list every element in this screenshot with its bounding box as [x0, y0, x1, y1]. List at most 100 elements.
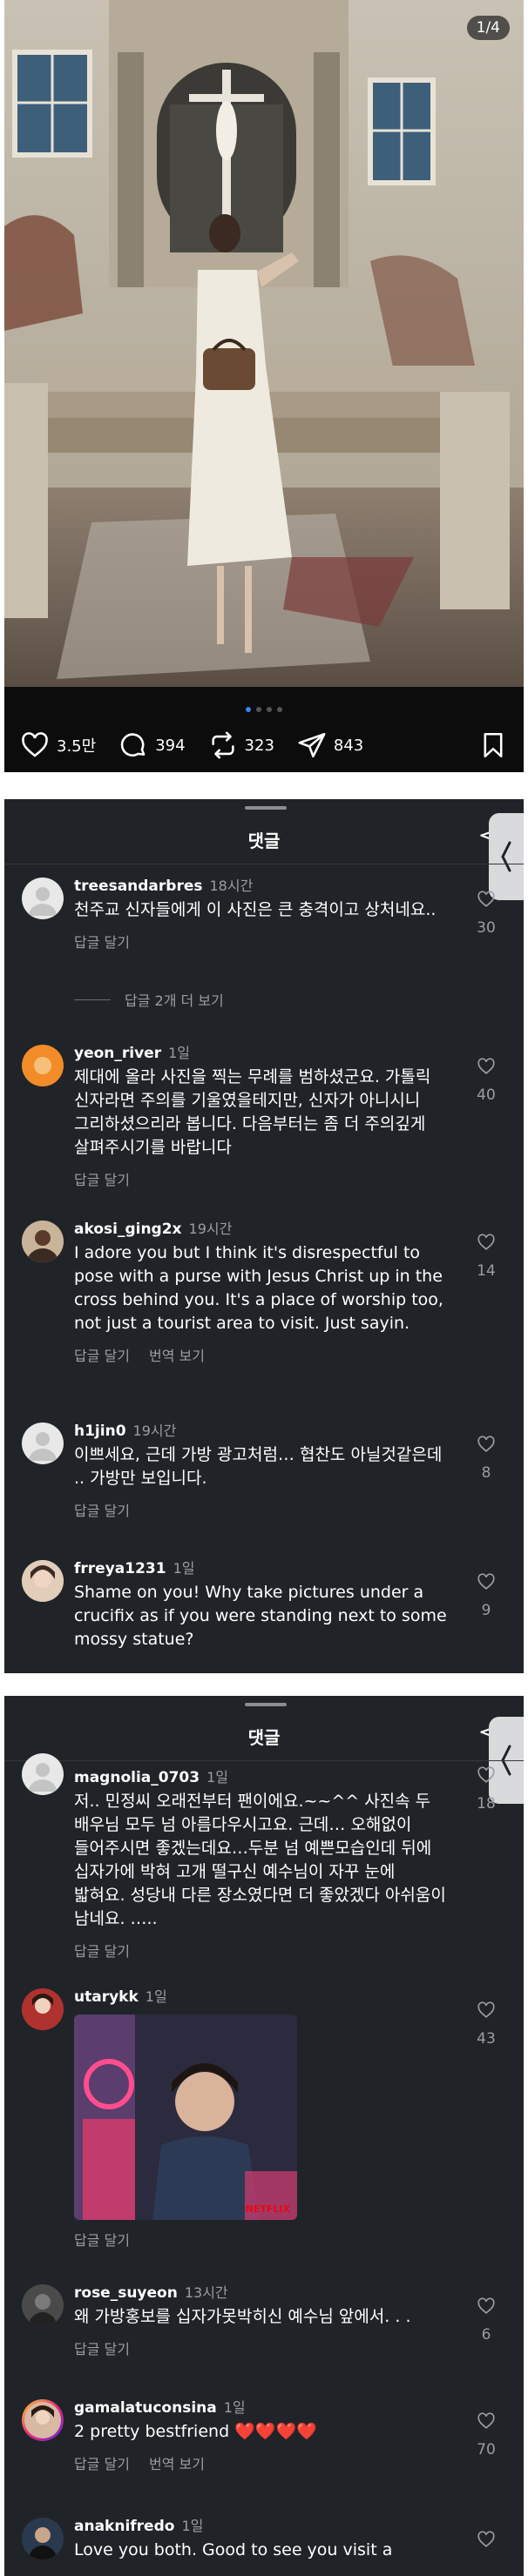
comment-time: 18시간	[209, 878, 254, 894]
side-panel-tab[interactable]	[489, 813, 524, 900]
repost-icon	[211, 731, 234, 759]
repost-button[interactable]: 323	[208, 730, 274, 760]
carousel-dot	[246, 707, 251, 712]
translate-button[interactable]: 번역 보기	[149, 2456, 205, 2472]
carousel-dots	[4, 707, 524, 712]
comment-text: I adore you but I think it's disrespectf…	[74, 1243, 443, 1333]
comment-text: 왜 가방홍보를 십자가못박히신 예수님 앞에서. . .	[74, 2307, 411, 2326]
screenshot-collage: 1/4 3.5만 394 323 843 댓글 treesandarbres 1…	[0, 0, 528, 2576]
drag-handle[interactable]	[245, 806, 287, 810]
share-count: 843	[333, 736, 364, 755]
repost-count: 323	[244, 736, 274, 755]
view-more-replies[interactable]: 답글 2개 더 보기	[74, 989, 224, 1010]
carousel-dot	[277, 707, 282, 712]
comment-gif[interactable]: NETFLIX	[74, 2014, 297, 2220]
comment-username[interactable]: akosi_ging2x	[74, 1221, 182, 1238]
comment-text: 이쁘세요, 근데 가방 광고처럼… 협찬도 아닐것같은데 .. 가방만 보입니다…	[74, 1445, 443, 1488]
comment-username[interactable]: utarykk	[74, 1988, 139, 2006]
comment-like[interactable]: 18	[473, 1766, 499, 1813]
comment-like-count: 9	[481, 1602, 491, 1619]
heart-icon	[477, 2412, 495, 2429]
comment-username[interactable]: anaknifredo	[74, 2518, 174, 2535]
drag-handle[interactable]	[245, 1703, 287, 1706]
send-icon	[298, 732, 326, 758]
comment-time: 1일	[206, 1769, 228, 1786]
comment-like-count: 18	[477, 1795, 496, 1813]
save-button[interactable]	[478, 730, 508, 760]
avatar[interactable]	[22, 1045, 64, 1086]
comment-like[interactable]	[473, 2530, 499, 2559]
instagram-post: 1/4 3.5만 394 323 843	[4, 0, 524, 772]
comment-time: 1일	[168, 1045, 191, 1061]
avatar[interactable]	[22, 2518, 64, 2559]
comment-like[interactable]: 14	[473, 1233, 499, 1280]
comment-like-count: 8	[481, 1464, 491, 1482]
comment-text: 제대에 올라 사진을 찍는 무례를 범하셨군요. 가톨릭 신자라면 주의를 기울…	[74, 1067, 431, 1157]
comments-sheet-title: 댓글	[247, 1727, 281, 1748]
comment-username[interactable]: magnolia_0703	[74, 1769, 200, 1786]
gif-source-badge: NETFLIX	[245, 2203, 290, 2215]
sheet-divider	[4, 1760, 524, 1761]
carousel-dot	[256, 707, 261, 712]
comment-time: 1일	[173, 1560, 195, 1577]
avatar[interactable]	[22, 2399, 64, 2441]
comment-like[interactable]: 40	[473, 1057, 499, 1104]
heart-icon	[477, 891, 495, 907]
comment-text: Love you both. Good to see you visit a	[74, 2540, 393, 2559]
reply-button[interactable]: 답글 달기	[74, 2232, 130, 2249]
comment-time: 13시간	[184, 2284, 228, 2301]
reply-button[interactable]: 답글 달기	[74, 934, 130, 951]
avatar[interactable]	[22, 1753, 64, 1795]
comments-sheet-title: 댓글	[247, 831, 281, 851]
image-counter-badge: 1/4	[466, 16, 510, 40]
comment-icon	[120, 733, 146, 757]
post-action-bar: 3.5만 394 323 843	[4, 728, 524, 763]
reply-button[interactable]: 답글 달기	[74, 1348, 130, 1364]
comment-time: 19시간	[132, 1423, 177, 1439]
comment-username[interactable]: gamalatuconsina	[74, 2399, 217, 2417]
reply-button[interactable]: 답글 달기	[74, 2456, 130, 2472]
comment-like[interactable]: 70	[473, 2411, 499, 2458]
chevron-left-icon	[501, 841, 511, 872]
comment-like[interactable]: 30	[473, 890, 499, 937]
comment-time: 1일	[145, 1988, 167, 2005]
like-count: 3.5만	[57, 737, 97, 756]
comment-like-count: 70	[477, 2441, 496, 2458]
comment-like[interactable]: 9	[473, 1572, 499, 1619]
comment-username[interactable]: yeon_river	[74, 1045, 161, 1062]
avatar[interactable]	[22, 1988, 64, 2030]
reply-button[interactable]: 답글 달기	[74, 2341, 130, 2357]
comment-like[interactable]: 8	[473, 1435, 499, 1482]
avatar[interactable]	[22, 1221, 64, 1262]
post-photo[interactable]	[4, 0, 524, 687]
reply-button[interactable]: 답글 달기	[74, 1503, 130, 1519]
comment-count: 394	[155, 736, 186, 755]
comment-like-count: 40	[477, 1086, 496, 1104]
avatar[interactable]	[22, 2284, 64, 2326]
reply-button[interactable]: 답글 달기	[74, 1172, 130, 1188]
avatar[interactable]	[22, 1423, 64, 1464]
heart-icon	[477, 2001, 495, 2018]
comment-button[interactable]: 394	[118, 730, 186, 760]
bookmark-icon	[484, 732, 503, 758]
comment-like-count: 6	[481, 2326, 491, 2344]
avatar[interactable]	[22, 1560, 64, 1602]
comments-sheet: 댓글 magnolia_0703 1일 저.. 민정씨 오래전부터 팬이에요.~~…	[4, 1696, 524, 2576]
translate-button[interactable]: 번역 보기	[149, 1348, 205, 1364]
comment-like[interactable]: 43	[473, 2001, 499, 2048]
like-button[interactable]: 3.5만	[20, 730, 96, 760]
comment-like[interactable]: 6	[473, 2297, 499, 2344]
heart-icon	[477, 1573, 495, 1590]
comment-username[interactable]: frreya1231	[74, 1560, 166, 1577]
reply-button[interactable]: 답글 달기	[74, 1943, 130, 1960]
comment-time: 1일	[223, 2399, 246, 2416]
comment-username[interactable]: rose_suyeon	[74, 2284, 178, 2302]
share-button[interactable]: 843	[297, 730, 363, 760]
avatar[interactable]	[22, 878, 64, 919]
reply-thread-line	[74, 999, 111, 1000]
heart-icon	[477, 2297, 495, 2314]
comment-like-count: 14	[477, 1262, 496, 1280]
heart-icon	[477, 2531, 495, 2547]
comment-username[interactable]: h1jin0	[74, 1423, 126, 1440]
comment-username[interactable]: treesandarbres	[74, 878, 203, 895]
